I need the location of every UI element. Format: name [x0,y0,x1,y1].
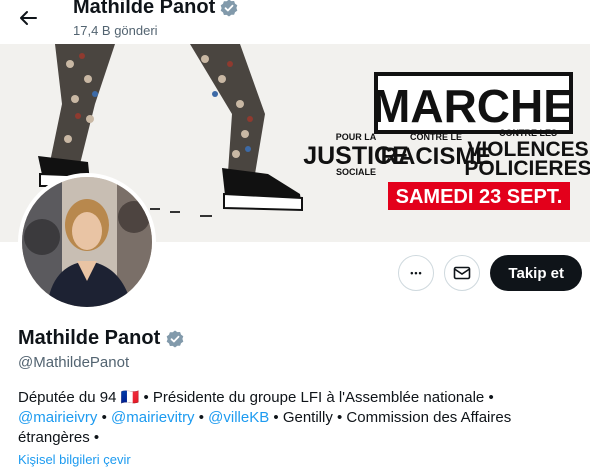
profile-name: Mathilde Panot [18,327,161,349]
top-bar: Mathilde Panot 17,4 B gönderi [0,0,590,44]
svg-text:POUR LA: POUR LA [336,132,377,142]
profile-bio: Députée du 94 🇫🇷 • Présidente du groupe … [18,389,512,446]
more-button[interactable]: ••• [398,255,435,291]
header-name-row: Mathilde Panot [73,0,239,19]
back-button[interactable] [14,4,42,32]
message-button[interactable] [444,255,481,291]
mail-icon [454,266,471,280]
banner-date: SAMEDI 23 SEPT. [396,186,563,208]
verified-badge-icon[interactable] [165,329,185,349]
svg-text:POLICIERES: POLICIERES [464,157,590,180]
post-count: 17,4 B gönderi [73,23,158,38]
verified-badge-icon [220,0,238,16]
flag-icon: 🇫🇷 [120,389,140,406]
avatar-photo [22,177,152,307]
profile-handle: @MathildePanot [18,354,130,371]
back-arrow-icon [20,11,37,25]
svg-text:SOCIALE: SOCIALE [336,167,376,177]
avatar[interactable] [18,173,156,311]
svg-text:CONTRE LE: CONTRE LE [410,132,462,142]
mention-mairievitry[interactable]: @mairievitry [111,409,195,426]
banner-headline: MARCHE [372,80,574,132]
profile-name-row: Mathilde Panot [18,327,185,350]
mention-villekb[interactable]: @villeKB [208,409,269,426]
more-icon: ••• [410,268,423,278]
profile-actions: ••• Takip et [398,255,582,291]
translate-bio-link[interactable]: Kişisel bilgileri çevir [18,452,131,467]
follow-button[interactable]: Takip et [490,255,582,291]
mention-mairieivry[interactable]: @mairieivry [18,409,97,426]
svg-text:CONTRE LES: CONTRE LES [499,128,557,138]
header-name: Mathilde Panot [73,0,216,18]
